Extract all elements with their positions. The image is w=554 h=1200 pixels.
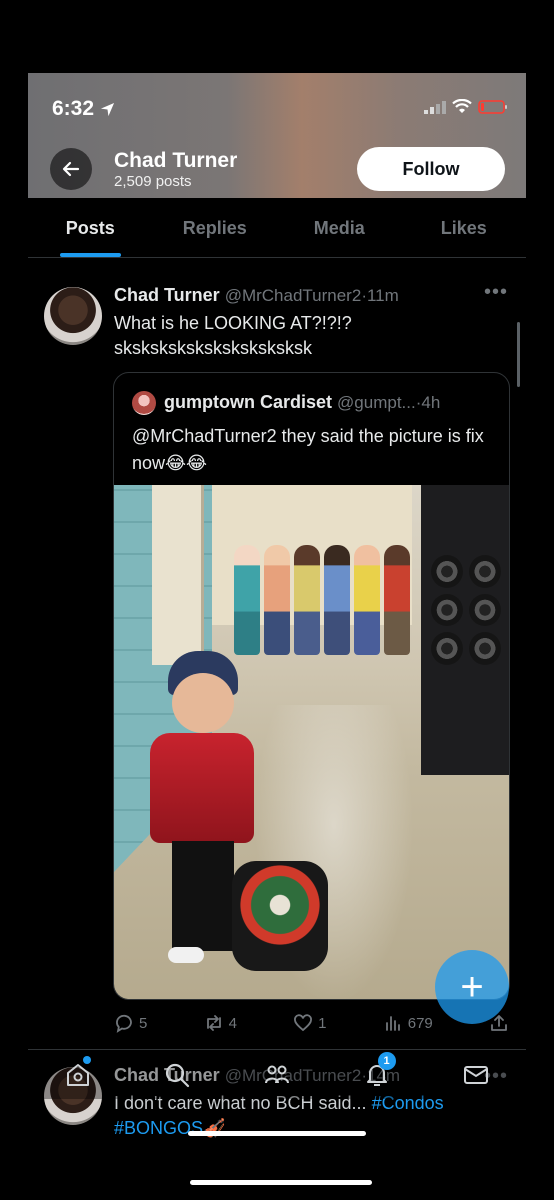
tab-media[interactable]: Media xyxy=(277,198,402,257)
plus-icon: + xyxy=(460,964,484,1009)
nav-home[interactable] xyxy=(61,1056,95,1092)
profile-header: 6:32 Chad Turner 2,509 posts Follow xyxy=(28,73,526,198)
quote-text: @MrChadTurner2 they said the picture is … xyxy=(132,426,484,473)
like-count: 1 xyxy=(318,1014,327,1032)
post-text: What is he LOOKING AT?!?!? sksksksksksks… xyxy=(114,313,352,358)
search-icon xyxy=(166,1063,190,1088)
reply-icon xyxy=(116,1014,132,1033)
communities-icon xyxy=(264,1065,289,1084)
image-children-group xyxy=(234,545,410,655)
status-icons xyxy=(424,99,508,114)
repost-icon xyxy=(206,1015,221,1031)
home-icon xyxy=(66,1064,89,1086)
post-divider xyxy=(28,1049,526,1050)
image-pants xyxy=(172,841,234,951)
views-button[interactable]: 679 xyxy=(383,1013,433,1033)
tab-replies[interactable]: Replies xyxy=(153,198,278,257)
avatar[interactable] xyxy=(44,287,102,345)
home-unread-dot xyxy=(82,1056,91,1064)
quote-time: 4h xyxy=(421,393,441,412)
image-face xyxy=(172,673,234,733)
post-header: Chad Turner @MrChadTurner2·11m xyxy=(114,285,399,305)
location-arrow-icon xyxy=(100,102,115,116)
nav-messages[interactable] xyxy=(459,1058,493,1092)
profile-tabs: Posts Replies Media Likes xyxy=(28,198,526,258)
status-time: 6:32 xyxy=(52,97,115,121)
device-home-indicator xyxy=(190,1180,372,1185)
battery-icon xyxy=(478,99,507,114)
nav-search[interactable] xyxy=(160,1058,194,1092)
like-button[interactable]: 1 xyxy=(293,1013,327,1033)
back-button[interactable] xyxy=(50,148,92,190)
quote-avatar xyxy=(132,391,156,415)
image-shoe xyxy=(168,947,204,963)
nav-notifications[interactable]: 1 xyxy=(360,1052,396,1092)
compose-button[interactable]: + xyxy=(435,950,509,1024)
tab-posts[interactable]: Posts xyxy=(28,198,153,257)
quote-author-handle: @gumpt... xyxy=(337,393,416,412)
signal-icon xyxy=(424,100,446,114)
image-red-vest xyxy=(150,733,254,843)
nav-communities[interactable] xyxy=(260,1058,294,1092)
image-door xyxy=(152,485,204,665)
repost-count: 4 xyxy=(228,1014,237,1032)
quoted-post[interactable]: gumptown Cardiset @gumpt...·4h @MrChadTu… xyxy=(113,372,510,1000)
more-options-icon[interactable]: ••• xyxy=(484,281,508,304)
notifications-badge: 1 xyxy=(377,1052,396,1070)
quote-author-name: gumptown Cardiset xyxy=(164,392,333,412)
reply-count: 5 xyxy=(139,1014,148,1032)
views-chart-icon xyxy=(385,1016,400,1031)
follow-button[interactable]: Follow xyxy=(357,147,505,191)
active-tab-indicator xyxy=(60,253,121,257)
image-backpack xyxy=(232,861,328,971)
quote-header: gumptown Cardiset @gumpt...·4h xyxy=(164,392,441,412)
image-right-wall xyxy=(421,485,509,775)
posts-count: 2,509 posts xyxy=(114,173,192,190)
wifi-icon xyxy=(452,99,472,113)
bottom-navigation: 1 xyxy=(28,1051,526,1099)
mail-icon xyxy=(464,1066,489,1084)
post-time: 11m xyxy=(366,286,399,305)
scrollbar[interactable] xyxy=(517,322,520,387)
image-speakers xyxy=(431,555,501,665)
app-frame: 6:32 Chad Turner 2,509 posts Follow Post… xyxy=(28,73,526,1153)
home-indicator xyxy=(188,1131,366,1136)
post[interactable]: Chad Turner @MrChadTurner2·11m ••• What … xyxy=(28,273,526,1043)
author-name[interactable]: Chad Turner xyxy=(114,285,220,305)
view-count: 679 xyxy=(407,1014,433,1032)
arrow-left-icon xyxy=(62,161,80,177)
heart-icon xyxy=(294,1014,313,1032)
profile-name: Chad Turner xyxy=(114,149,238,172)
repost-button[interactable]: 4 xyxy=(204,1013,237,1033)
quote-image[interactable] xyxy=(114,485,509,999)
author-handle[interactable]: @MrChadTurner2 xyxy=(225,286,362,305)
tab-likes[interactable]: Likes xyxy=(402,198,527,257)
reply-button[interactable]: 5 xyxy=(114,1013,147,1033)
